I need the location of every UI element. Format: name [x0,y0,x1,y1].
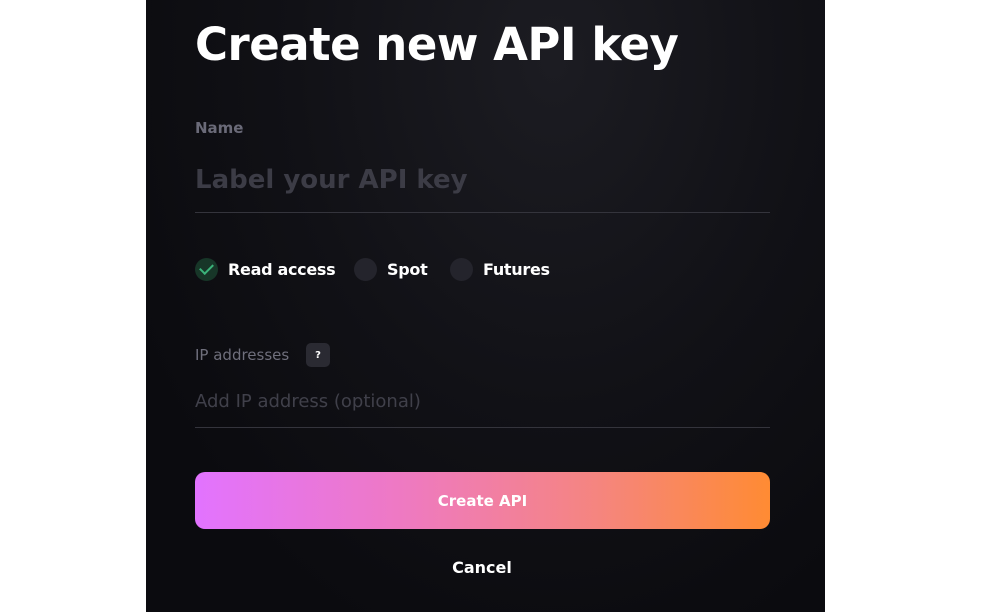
help-icon[interactable]: ? [306,343,330,367]
futures-label: Futures [483,259,550,279]
spot-label: Spot [387,259,428,279]
ip-address-input[interactable] [195,386,770,416]
permission-read-access[interactable]: Read access [195,257,336,281]
read-access-radio[interactable] [195,257,218,281]
name-input[interactable] [195,160,770,200]
permission-spot[interactable]: Spot [354,257,428,281]
ip-divider [195,427,770,428]
check-icon [199,260,214,276]
ip-addresses-label: IP addresses [195,346,290,364]
create-api-key-modal: Create new API key Name Read access Spot… [146,0,825,612]
cancel-button[interactable]: Cancel [382,554,582,580]
name-divider [195,212,770,213]
read-access-label: Read access [228,259,336,279]
futures-radio[interactable] [450,257,473,281]
name-label: Name [195,119,244,137]
modal-title: Create new API key [195,18,679,71]
spot-radio[interactable] [354,257,377,281]
create-api-button[interactable]: Create API [195,472,770,529]
permission-futures[interactable]: Futures [450,257,550,281]
